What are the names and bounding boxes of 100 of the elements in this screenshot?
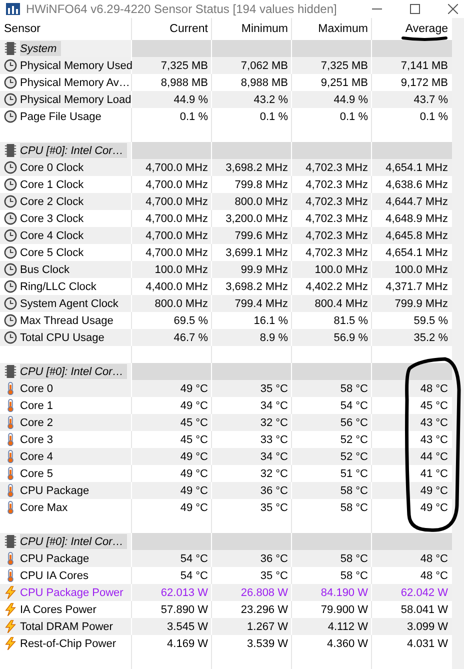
table-row[interactable]: Core 5 49 °C 32 °C 51 °C 41 °C [0, 465, 452, 482]
value-cell-text: 36 °C [259, 484, 289, 498]
table-row[interactable]: Core 1 49 °C 34 °C 54 °C 45 °C [0, 397, 452, 414]
table-row[interactable]: Physical Memory Load 44.9 % 43.2 % 44.9 % 43.7 % [0, 91, 452, 108]
lightning-bolt-icon [4, 620, 17, 633]
table-row[interactable]: Total DRAM Power 3.545 W 1.267 W 4.112 W 3.099 W [0, 618, 452, 635]
clock-icon [4, 331, 17, 344]
maximize-icon[interactable] [410, 4, 420, 14]
value-cell-text: 4,402.2 MHz [304, 280, 369, 294]
value-cell-text: 48 °C [419, 568, 449, 584]
value-cell-text: 1.267 W [246, 620, 289, 634]
table-row[interactable]: Rest-of-Chip Power 4.169 W 3.539 W 4.360 W 4.031 W [0, 635, 452, 652]
table-row[interactable]: CPU IA Cores 54 °C 35 °C 58 °C 48 °C [0, 567, 452, 584]
group-header-bar[interactable]: CPU [#0]: Intel Cor… [0, 142, 452, 159]
value-cell-text: 59.5 % [412, 314, 449, 328]
column-header[interactable]: Average [372, 18, 452, 40]
table-row[interactable]: Core 5 Clock 4,700.0 MHz 3,699.1 MHz 4,702.3 MHz 4,654.1 MHz [0, 244, 452, 261]
table-row[interactable]: Core 4 49 °C 34 °C 52 °C 44 °C [0, 448, 452, 465]
table-row[interactable]: Total CPU Usage 46.7 % 8.9 % 56.9 % 35.2 % [0, 329, 452, 346]
value-cell-text: 44 °C [419, 450, 449, 464]
value-cell-text: 7,325 MB [320, 58, 369, 74]
group-header-bar[interactable]: System [0, 40, 452, 57]
value-cell-text: 32 °C [259, 416, 289, 430]
table-row[interactable]: Physical Memory Av… 8,988 MB 8,988 MB 9,251 MB 9,172 MB [0, 74, 452, 91]
column-header[interactable]: Sensor [0, 18, 132, 40]
sensor-name: Core 1 [20, 400, 54, 412]
sensor-name: Core 0 Clock [20, 162, 84, 174]
value-cell-text: 46.7 % [172, 330, 209, 346]
value-cell-text: 100.0 MHz [314, 262, 369, 278]
table-row[interactable]: Bus Clock 100.0 MHz 99.9 MHz 100.0 MHz 100.0 MHz [0, 261, 452, 278]
group-header-bar[interactable]: CPU [#0]: Intel Cor… [0, 363, 452, 380]
chip-icon [4, 535, 17, 548]
value-cell-text: 4,654.1 MHz [384, 160, 449, 176]
sensor-name: Core 0 [20, 382, 54, 394]
table-row[interactable]: Core 2 45 °C 32 °C 56 °C 43 °C [0, 414, 452, 431]
value-cell-text: 4,700.0 MHz [144, 246, 209, 260]
value-cell-text: 49 °C [179, 466, 209, 482]
value-cell-text: 26.808 W [240, 586, 289, 600]
table-row[interactable]: Page File Usage 0.1 % 0.1 % 0.1 % 0.1 % [0, 108, 452, 125]
group-label: CPU [#0]: Intel Cor… [20, 534, 128, 549]
close-icon[interactable] [448, 4, 458, 14]
value-cell-text: 49 °C [179, 398, 209, 414]
value-cell-text: 3.539 W [246, 636, 289, 652]
value-cell-text: 52 °C [339, 432, 369, 448]
value-cell-text: 58 °C [339, 552, 369, 566]
table-row[interactable]: Core 4 Clock 4,700.0 MHz 799.6 MHz 4,702.3 MHz 4,645.8 MHz [0, 227, 452, 244]
table-row[interactable]: Core 0 Clock 4,700.0 MHz 3,698.2 MHz 4,702.3 MHz 4,654.1 MHz [0, 159, 452, 176]
column-header[interactable]: Minimum [212, 18, 292, 40]
value-cell-text: 49 °C [419, 500, 449, 516]
table-row[interactable]: Core 2 Clock 4,700.0 MHz 800.0 MHz 4,702.3 MHz 4,644.7 MHz [0, 193, 452, 210]
value-cell-text: 7,141 MB [400, 58, 449, 74]
value-cell-text: 45 °C [419, 398, 449, 414]
value-cell-text: 49 °C [179, 500, 209, 516]
value-cell-text: 3,698.2 MHz [224, 160, 289, 176]
table-row[interactable]: IA Cores Power 57.890 W 23.296 W 79.900 W 58.041 W [0, 601, 452, 618]
sensor-name: Physical Memory Used [20, 60, 132, 72]
value-cell-text: 48 °C [419, 382, 449, 396]
value-cell-text: 4,702.3 MHz [304, 194, 369, 210]
value-cell-text: 799.8 MHz [234, 178, 289, 192]
value-cell-text: 44.9 % [332, 92, 369, 108]
value-cell-text: 4.169 W [166, 636, 209, 652]
sensor-name: CPU Package Power [20, 586, 124, 598]
group-header-bar[interactable]: CPU [#0]: Intel Cor… [0, 533, 452, 550]
column-header[interactable]: Maximum [292, 18, 372, 40]
clock-icon [4, 110, 17, 123]
sensor-name: System Agent Clock [20, 298, 118, 310]
value-cell-text: 4.031 W [406, 636, 449, 652]
sensor-name: Page File Usage [20, 110, 102, 122]
value-cell-text: 48 °C [419, 552, 449, 566]
table-row[interactable]: Ring/LLC Clock 4,400.0 MHz 3,698.2 MHz 4,402.2 MHz 4,371.7 MHz [0, 278, 452, 295]
value-cell-text: 41 °C [419, 466, 449, 482]
value-cell-text: 84.190 W [320, 586, 369, 600]
value-cell-text: 52 °C [339, 450, 369, 464]
value-cell-text: 4,648.9 MHz [384, 212, 449, 226]
scrollbar-track[interactable] [452, 18, 464, 669]
value-cell-text: 36 °C [259, 552, 289, 566]
value-cell-text: 43.7 % [412, 92, 449, 108]
table-row[interactable]: Core Max 49 °C 35 °C 58 °C 49 °C [0, 499, 452, 516]
value-cell-text: 4,702.3 MHz [304, 178, 369, 192]
table-row[interactable]: Physical Memory Used 7,325 MB 7,062 MB 7,325 MB 7,141 MB [0, 57, 452, 74]
value-cell-text: 62.042 W [400, 586, 449, 600]
value-cell-text: 35.2 % [412, 330, 449, 346]
column-header[interactable]: Current [132, 18, 212, 40]
table-row[interactable]: CPU Package 49 °C 36 °C 58 °C 49 °C [0, 482, 452, 499]
table-row[interactable]: Core 3 Clock 4,700.0 MHz 3,200.0 MHz 4,702.3 MHz 4,648.9 MHz [0, 210, 452, 227]
table-row[interactable]: Core 0 49 °C 35 °C 58 °C 48 °C [0, 380, 452, 397]
table-row[interactable]: Max Thread Usage 69.5 % 16.1 % 81.5 % 59.5 % [0, 312, 452, 329]
table-row[interactable]: Core 1 Clock 4,700.0 MHz 799.8 MHz 4,702.3 MHz 4,638.6 MHz [0, 176, 452, 193]
value-cell-text: 4.112 W [326, 620, 369, 634]
value-cell-text: 4,371.7 MHz [384, 280, 449, 294]
table-row[interactable]: CPU Package 54 °C 36 °C 58 °C 48 °C [0, 550, 452, 567]
table-row[interactable]: CPU Package Power 62.013 W 26.808 W 84.190 W 62.042 W [0, 584, 452, 601]
value-cell-text: 45 °C [179, 432, 209, 448]
value-cell-text: 0.1 % [178, 110, 209, 124]
table-row[interactable]: Core 3 45 °C 33 °C 52 °C 43 °C [0, 431, 452, 448]
table-row[interactable]: System Agent Clock 800.0 MHz 799.4 MHz 800.4 MHz 799.9 MHz [0, 295, 452, 312]
clock-icon [4, 297, 17, 310]
sensor-name: CPU IA Cores [20, 570, 88, 582]
value-cell-text: 4,638.6 MHz [384, 178, 449, 192]
sensor-name: Core 2 Clock [20, 196, 84, 208]
